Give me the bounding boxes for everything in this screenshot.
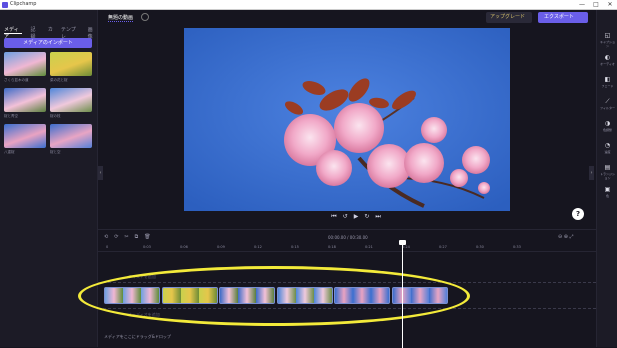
tool-label: フィルター (600, 106, 615, 110)
help-button[interactable]: ? (572, 208, 584, 220)
tab-content[interactable]: カ (48, 26, 53, 34)
media-tabs: メディア 記録 カ テンプレ 画像 (4, 26, 97, 40)
media-thumbnail[interactable] (4, 88, 46, 112)
minimize-button[interactable]: — (575, 0, 589, 10)
media-thumbnail-label: 桜の枝 (50, 114, 61, 118)
tool-5[interactable]: ◔ 速度 (599, 142, 616, 162)
tool-label: 色 (605, 194, 609, 198)
ruler-tick: 0:27 (439, 245, 447, 249)
tool-1[interactable]: ◐ オーディオ (599, 54, 616, 74)
close-button[interactable]: ✕ (603, 0, 617, 10)
tool-label: 速度 (604, 150, 611, 154)
duplicate-icon[interactable]: ⧉ (135, 234, 139, 240)
tool-3[interactable]: ⟋ フィルター (599, 98, 616, 118)
highlight-ellipse (78, 266, 470, 326)
tab-record[interactable]: 記録 (30, 26, 39, 40)
tool-label: キャプション (599, 40, 615, 48)
media-thumbnail-label: 菜の花と桜 (50, 78, 68, 82)
media-thumbnail-label: 桜と青空 (4, 114, 18, 118)
split-icon[interactable]: ✂ (124, 234, 128, 240)
undo-icon[interactable]: ⟲ (104, 234, 108, 240)
project-title[interactable]: 無題の動画 (108, 14, 134, 22)
tool-icon: ◐ (604, 54, 611, 61)
media-thumbnail[interactable] (50, 124, 92, 148)
tab-templates[interactable]: テンプレ (61, 26, 80, 40)
media-thumbnail-label: さくら並木の道 (4, 78, 29, 82)
import-media-button[interactable]: メディアのインポート (4, 38, 92, 48)
tool-icon: ▣ (604, 186, 611, 193)
tool-label: フェード (601, 84, 614, 88)
collapse-right-arrow-icon[interactable]: › (589, 166, 594, 180)
ruler-tick: 0:06 (180, 245, 188, 249)
ruler-tick: 0:09 (217, 245, 225, 249)
tool-label: 色調整 (602, 128, 612, 132)
tool-icon: ◱ (604, 32, 611, 39)
upgrade-button[interactable]: アップグレード (486, 12, 532, 23)
redo-icon[interactable]: ⟳ (114, 234, 118, 240)
skip-forward-icon[interactable]: ⏭ (375, 213, 380, 223)
tool-label: トランジション (599, 172, 615, 180)
drop-media-hint: メディアをここにドラッグ&ドロップ (104, 334, 171, 339)
tool-label: オーディオ (600, 62, 615, 66)
ruler-tick: 0 (106, 245, 109, 249)
tab-images[interactable]: 画像 (88, 26, 97, 40)
export-button[interactable]: エクスポート (538, 12, 588, 23)
ruler-tick: 0:12 (254, 245, 262, 249)
zoom-controls[interactable]: ⊖ ⊕ ⤢ (558, 234, 574, 240)
delete-icon[interactable]: 🗑 (144, 234, 150, 240)
ruler-tick: 0:03 (143, 245, 151, 249)
tool-icon: ◔ (604, 142, 611, 149)
ruler-tick: 0:15 (291, 245, 299, 249)
cloud-sync-icon (141, 13, 149, 21)
forward-icon[interactable]: ↻ (364, 213, 369, 223)
tool-icon: ◑ (604, 120, 611, 127)
playhead[interactable] (399, 240, 406, 348)
ruler-tick: 0:33 (513, 245, 521, 249)
ruler-tick: 0:21 (365, 245, 373, 249)
tool-icon: ◧ (604, 76, 611, 83)
media-thumbnail-label: 桜と空 (50, 150, 61, 154)
media-thumbnail[interactable] (50, 88, 92, 112)
window-title: Clipchamp (10, 1, 37, 7)
time-ruler[interactable]: 0 0:03 0:06 0:09 0:12 0:15 0:18 0:21 0:24 0:27 0:3… (98, 244, 596, 252)
tab-media[interactable]: メディア (4, 26, 23, 40)
tool-6[interactable]: ▤ トランジション (599, 164, 616, 184)
preview-frame-image (184, 28, 510, 211)
tool-0[interactable]: ◱ キャプション (599, 32, 616, 52)
properties-panel: ◱ キャプション ◐ オーディオ ◧ フェード ⟋ フィルター ◑ 色調整 ◔ 速度 ▤ トランジション ▣… (596, 10, 617, 347)
tool-4[interactable]: ◑ 色調整 (599, 120, 616, 140)
skip-back-icon[interactable]: ⏮ (331, 213, 336, 223)
media-thumbnail[interactable] (4, 52, 46, 76)
timecode: 00:00.00 / 00:30.00 (328, 235, 368, 240)
window-titlebar: Clipchamp — □ ✕ (0, 0, 617, 10)
rewind-icon[interactable]: ↺ (343, 213, 348, 223)
maximize-button[interactable]: □ (589, 0, 603, 10)
ruler-tick: 0:24 (402, 245, 410, 249)
tool-2[interactable]: ◧ フェード (599, 76, 616, 96)
timeline: ⟲ ⟳ ✂ ⧉ 🗑 00:00.00 / 00:30.00 ⊖ ⊕ ⤢ 0 0:0… (78, 229, 596, 348)
ruler-tick: 0:18 (328, 245, 336, 249)
playback-controls: ⏮ ↺ ▶ ↻ ⏭ (326, 213, 386, 223)
tool-icon: ▤ (604, 164, 611, 171)
video-preview[interactable] (184, 28, 510, 211)
media-thumbnail[interactable] (4, 124, 46, 148)
media-thumbnail-label: 八重桜 (4, 150, 15, 154)
timeline-toolbar: ⟲ ⟳ ✂ ⧉ 🗑 (104, 234, 151, 240)
play-icon[interactable]: ▶ (354, 213, 359, 223)
ruler-tick: 0:30 (476, 245, 484, 249)
media-thumbnail[interactable] (50, 52, 92, 76)
tool-icon: ⟋ (605, 98, 610, 105)
editor-header: 無題の動画 アップグレード エクスポート (98, 10, 588, 28)
app-icon (2, 2, 8, 8)
collapse-left-arrow-icon[interactable]: ‹ (98, 166, 103, 180)
tool-7[interactable]: ▣ 色 (599, 186, 616, 206)
